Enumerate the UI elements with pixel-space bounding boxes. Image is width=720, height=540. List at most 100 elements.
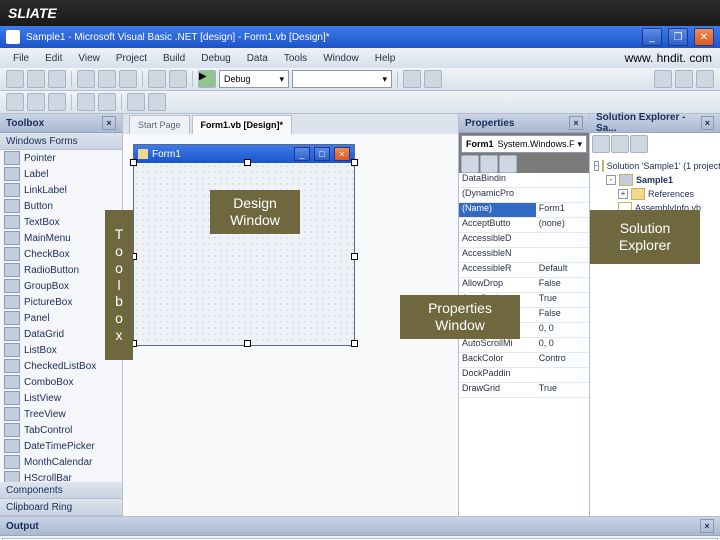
menu-edit[interactable]: Edit	[38, 51, 69, 66]
toolbox-item[interactable]: DateTimePicker	[0, 438, 122, 454]
config-dropdown[interactable]: Debug▾	[219, 70, 289, 88]
toolbar-save-icon[interactable]	[48, 70, 66, 88]
props-events-icon[interactable]	[499, 155, 517, 173]
menu-tools[interactable]: Tools	[277, 51, 314, 66]
property-row[interactable]: DockPaddin	[459, 368, 589, 383]
toolbox-item[interactable]: TabControl	[0, 422, 122, 438]
overlay-url: www. hndit. com	[625, 51, 712, 65]
layout-btn-2[interactable]	[27, 93, 45, 111]
menu-debug[interactable]: Debug	[194, 51, 237, 66]
menu-build[interactable]: Build	[156, 51, 192, 66]
tab-start-page[interactable]: Start Page	[129, 115, 190, 134]
toolbox-category-3[interactable]: Clipboard Ring	[0, 499, 122, 516]
tab-form-design[interactable]: Form1.vb [Design]*	[192, 115, 293, 134]
toolbox-item[interactable]: ListBox	[0, 342, 122, 358]
menu-view[interactable]: View	[71, 51, 107, 66]
properties-object-combo[interactable]: Form1System.Windows.F▾	[461, 135, 587, 153]
property-row[interactable]: BackColorContro	[459, 353, 589, 368]
layout-btn-3[interactable]	[48, 93, 66, 111]
layout-btn-6[interactable]	[127, 93, 145, 111]
toolbar-start-icon[interactable]: ▶	[198, 70, 216, 88]
toolbox-item[interactable]: Button	[0, 198, 122, 214]
property-row[interactable]: AcceptButto(none)	[459, 218, 589, 233]
form-close-button[interactable]: ×	[334, 147, 350, 161]
layout-btn-5[interactable]	[98, 93, 116, 111]
toolbox-item-icon	[4, 151, 20, 165]
toolbox-item-icon	[4, 231, 20, 245]
form-max-button[interactable]: □	[314, 147, 330, 161]
toolbar-btn-e-icon[interactable]	[696, 70, 714, 88]
toolbox-item[interactable]: Pointer	[0, 150, 122, 166]
toolbox-item-icon	[4, 183, 20, 197]
sol-btn-3[interactable]	[630, 135, 648, 153]
properties-grid[interactable]: DataBindin(DynamicPro(Name)Form1AcceptBu…	[459, 173, 589, 516]
sol-btn-1[interactable]	[592, 135, 610, 153]
minimize-button[interactable]: _	[642, 28, 662, 46]
toolbar-copy-icon[interactable]	[98, 70, 116, 88]
menu-window[interactable]: Window	[316, 51, 366, 66]
toolbar-new-icon[interactable]	[6, 70, 24, 88]
layout-btn-4[interactable]	[77, 93, 95, 111]
layout-btn-7[interactable]	[148, 93, 166, 111]
property-row[interactable]: DrawGridTrue	[459, 383, 589, 398]
sol-btn-2[interactable]	[611, 135, 629, 153]
form-min-button[interactable]: _	[294, 147, 310, 161]
toolbox-item[interactable]: HScrollBar	[0, 470, 122, 482]
toolbox-category[interactable]: Windows Forms	[0, 133, 122, 150]
property-row[interactable]: AutoScrollMi0, 0	[459, 338, 589, 353]
toolbox-item[interactable]: LinkLabel	[0, 182, 122, 198]
toolbox-item[interactable]: PictureBox	[0, 294, 122, 310]
close-button[interactable]: ✕	[694, 28, 714, 46]
property-row[interactable]: (Name)Form1	[459, 203, 589, 218]
menu-bar: File Edit View Project Build Debug Data …	[0, 48, 720, 68]
toolbar-redo-icon[interactable]	[169, 70, 187, 88]
toolbox-item-icon	[4, 439, 20, 453]
property-row[interactable]: DataBindin	[459, 173, 589, 188]
toolbar-btn-b-icon[interactable]	[424, 70, 442, 88]
toolbox-item[interactable]: CheckBox	[0, 246, 122, 262]
toolbox-item[interactable]: TextBox	[0, 214, 122, 230]
toolbox-item[interactable]: ComboBox	[0, 374, 122, 390]
toolbox-item[interactable]: TreeView	[0, 406, 122, 422]
menu-help[interactable]: Help	[368, 51, 403, 66]
platform-dropdown[interactable]: ▾	[292, 70, 392, 88]
output-close-icon[interactable]: ×	[700, 519, 714, 533]
toolbar-btn-d-icon[interactable]	[675, 70, 693, 88]
property-row[interactable]: AccessibleRDefault	[459, 263, 589, 278]
toolbox-category-2[interactable]: Components	[0, 482, 122, 499]
layout-btn-1[interactable]	[6, 93, 24, 111]
properties-title: Properties×	[459, 114, 589, 133]
toolbox-item[interactable]: Label	[0, 166, 122, 182]
property-row[interactable]: AccessibleD	[459, 233, 589, 248]
props-cat-icon[interactable]	[461, 155, 479, 173]
toolbar-btn-c-icon[interactable]	[654, 70, 672, 88]
toolbox-item[interactable]: RadioButton	[0, 262, 122, 278]
properties-close-icon[interactable]: ×	[569, 116, 583, 130]
props-az-icon[interactable]	[480, 155, 498, 173]
solution-close-icon[interactable]: ×	[701, 116, 714, 130]
menu-file[interactable]: File	[6, 51, 36, 66]
toolbox-close-icon[interactable]: ×	[102, 116, 116, 130]
property-row[interactable]: AllowDropFalse	[459, 278, 589, 293]
toolbox-item[interactable]: Panel	[0, 310, 122, 326]
toolbox-item[interactable]: GroupBox	[0, 278, 122, 294]
toolbox-item-icon	[4, 199, 20, 213]
toolbar-cut-icon[interactable]	[77, 70, 95, 88]
menu-data[interactable]: Data	[240, 51, 275, 66]
toolbox-item[interactable]: ListView	[0, 390, 122, 406]
maximize-button[interactable]: ❐	[668, 28, 688, 46]
toolbar-open-icon[interactable]	[27, 70, 45, 88]
overlay-design-label: Design Window	[210, 190, 300, 234]
toolbox-item[interactable]: MainMenu	[0, 230, 122, 246]
property-row[interactable]: (DynamicPro	[459, 188, 589, 203]
toolbox-item[interactable]: MonthCalendar	[0, 454, 122, 470]
toolbar-btn-a-icon[interactable]	[403, 70, 421, 88]
toolbox-item-icon	[4, 167, 20, 181]
toolbox-item[interactable]: DataGrid	[0, 326, 122, 342]
property-row[interactable]: AccessibleN	[459, 248, 589, 263]
menu-project[interactable]: Project	[109, 51, 154, 66]
form-window[interactable]: Form1 _ □ ×	[133, 144, 355, 346]
toolbar-paste-icon[interactable]	[119, 70, 137, 88]
toolbar-undo-icon[interactable]	[148, 70, 166, 88]
toolbox-item[interactable]: CheckedListBox	[0, 358, 122, 374]
